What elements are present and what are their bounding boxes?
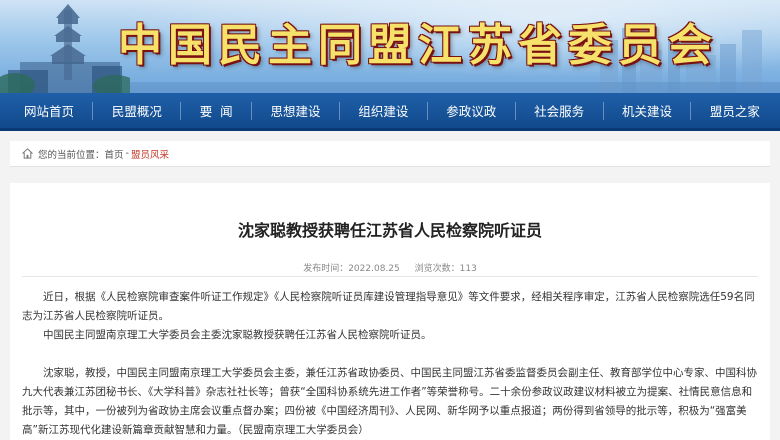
header-banner: 中国民主同盟江苏省委员会 — [0, 0, 780, 93]
views-info: 浏览次数：113 — [415, 264, 477, 274]
publish-date: 2022.08.25 — [348, 264, 400, 274]
home-icon — [22, 148, 33, 159]
nav-item-politics[interactable]: 参政议政 — [444, 101, 498, 120]
nav-divider — [251, 101, 253, 120]
article-card: 沈家聪教授获聘任江苏省人民检察院听证员 发布时间：2022.08.25 浏览次数… — [10, 183, 770, 440]
nav-item-social-service[interactable]: 社会服务 — [532, 101, 586, 120]
nav-item-ideology[interactable]: 思想建设 — [269, 101, 323, 120]
breadcrumb: 您的当前位置： 首页 - 盟员风采 — [10, 141, 770, 167]
article-body: 近日，根据《人民检察院审查案件听证工作规定》《人民检察院听证员库建设管理指导意见… — [22, 288, 762, 440]
nav-divider — [338, 101, 340, 120]
views-count: 113 — [459, 264, 477, 274]
nav-item-organization[interactable]: 组织建设 — [356, 101, 410, 120]
nav-item-agency[interactable]: 机关建设 — [620, 101, 674, 120]
views-label: 浏览次数： — [414, 264, 460, 274]
publish-info: 发布时间：2022.08.25 — [303, 264, 400, 274]
nav-divider — [92, 101, 94, 120]
article-title: 沈家聪教授获聘任江苏省人民检察院听证员 — [237, 221, 542, 240]
publish-label: 发布时间： — [303, 264, 349, 274]
breadcrumb-wrapper: 您的当前位置： 首页 - 盟员风采 — [0, 131, 780, 167]
main-nav: 网站首页 民盟概况 要 闻 思想建设 组织建设 参政议政 社会服务 机关建设 盟… — [0, 93, 780, 131]
article-paragraph: 沈家聪，教授，中国民主同盟南京理工大学委员会主委，兼任江苏省政协委员、中国民主同… — [22, 367, 757, 436]
breadcrumb-current-link[interactable]: 盟员风采 — [131, 147, 169, 161]
nav-divider — [690, 101, 692, 120]
nav-divider — [514, 101, 516, 120]
breadcrumb-separator: - — [125, 148, 129, 159]
nav-divider — [180, 101, 182, 120]
article-paragraph: 中国民主同盟南京理工大学委员会主委沈家聪教授获聘任江苏省人民检察院听证员。 — [43, 329, 432, 341]
site-title: 中国民主同盟江苏省委员会 — [118, 20, 718, 71]
nav-item-overview[interactable]: 民盟概况 — [110, 101, 164, 120]
article-meta: 发布时间：2022.08.25 浏览次数：113 — [10, 261, 770, 274]
breadcrumb-label: 您的当前位置： — [38, 149, 105, 161]
breadcrumb-home-link[interactable]: 首页 — [105, 147, 124, 161]
nav-divider — [426, 101, 428, 120]
title-divider — [22, 276, 758, 277]
article-paragraph: 近日，根据《人民检察院审查案件听证工作规定》《人民检察院听证员库建设管理指导意见… — [22, 291, 755, 322]
nav-item-news[interactable]: 要 闻 — [198, 101, 235, 120]
nav-item-home[interactable]: 网站首页 — [22, 101, 76, 120]
nav-divider — [602, 101, 604, 120]
nav-item-members-home[interactable]: 盟员之家 — [708, 101, 762, 120]
